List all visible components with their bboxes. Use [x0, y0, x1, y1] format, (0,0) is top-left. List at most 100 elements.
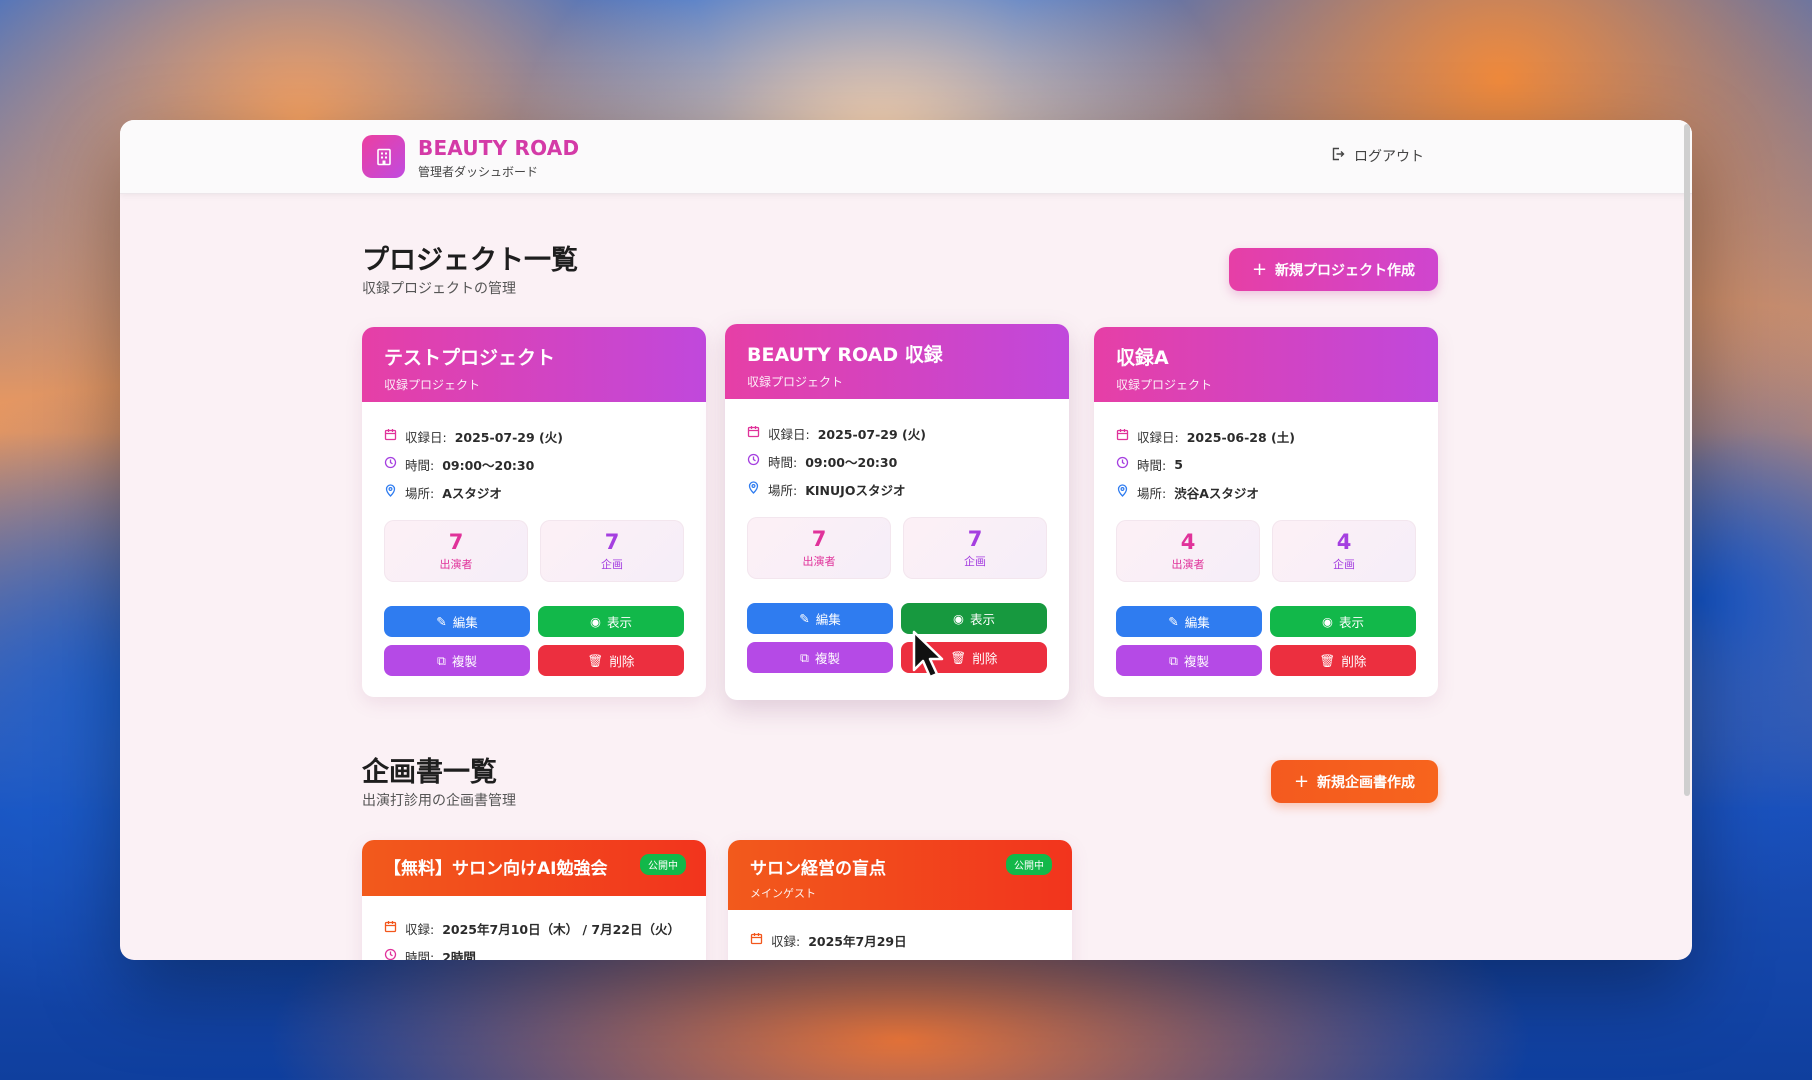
plans-count: 4	[1336, 530, 1352, 554]
time-label: 時間:	[405, 457, 435, 473]
projects-title: プロジェクト一覧	[362, 245, 578, 276]
project-subtitle: 収録プロジェクト	[1116, 378, 1213, 392]
project-card[interactable]: BEAUTY ROAD 収録 収録プロジェクト 収録日: 2025-07-29 …	[725, 324, 1069, 700]
plans-count: 7	[604, 530, 620, 554]
time-label: 時間:	[768, 454, 798, 470]
trash-icon: 🗑	[1319, 652, 1336, 668]
proposal-card[interactable]: 【無料】サロン向けAI勉強会 公開中 収録: 2025年7月10日（木） / 7…	[362, 840, 706, 960]
plus-icon: +	[1293, 771, 1310, 792]
recording-row: 収録: 2025年7月29日	[750, 926, 1050, 954]
projects-subtitle: 収録プロジェクトの管理	[362, 281, 516, 297]
place-label: 場所:	[405, 485, 435, 501]
location-pin-icon	[1116, 484, 1129, 500]
delete-button[interactable]: 🗑 削除	[538, 645, 684, 676]
copy-button[interactable]: ⧉ 複製	[1116, 645, 1262, 676]
copy-icon: ⧉	[800, 649, 809, 665]
copy-icon: ⧉	[437, 652, 446, 668]
project-card-header: 収録A 収録プロジェクト	[1094, 327, 1438, 402]
plans-label: 企画	[601, 558, 623, 571]
view-button[interactable]: ◉ 表示	[1270, 606, 1416, 637]
performers-label: 出演者	[802, 555, 836, 568]
place-value: 渋谷Aスタジオ	[1174, 485, 1259, 501]
clock-icon	[1116, 456, 1129, 472]
eye-icon: ◉	[590, 614, 601, 629]
copy-button[interactable]: ⧉ 複製	[747, 642, 893, 673]
view-button[interactable]: ◉ 表示	[538, 606, 684, 637]
plans-stat: 4 企画	[1272, 520, 1416, 582]
location-pin-icon	[384, 484, 397, 500]
edit-button[interactable]: ✎ 編集	[1116, 606, 1262, 637]
place-label: 場所:	[768, 482, 798, 498]
mouse-cursor-icon	[911, 630, 947, 684]
time-value: 09:00〜20:30	[805, 454, 898, 470]
edit-label: 編集	[815, 612, 841, 627]
place-value: Aスタジオ	[442, 485, 502, 501]
proposals-title: 企画書一覧	[362, 757, 497, 788]
project-card-header: BEAUTY ROAD 収録 収録プロジェクト	[725, 324, 1069, 399]
new-project-button[interactable]: + 新規プロジェクト作成	[1229, 248, 1438, 291]
date-value: 2025-07-29 (火)	[817, 426, 926, 442]
performers-label: 出演者	[439, 558, 473, 571]
time-row: 時間: 09:00〜20:30	[384, 450, 684, 478]
date-row: 収録日: 2025-07-29 (火)	[747, 419, 1047, 447]
delete-button[interactable]: 🗑 削除	[1270, 645, 1416, 676]
plans-label: 企画	[1333, 558, 1355, 571]
recording-label: 収録:	[771, 933, 801, 949]
copy-label: 複製	[1183, 654, 1209, 669]
clock-icon	[747, 453, 760, 469]
brand-name: BEAUTY ROAD	[418, 136, 580, 160]
project-card[interactable]: テストプロジェクト 収録プロジェクト 収録日: 2025-07-29 (火) 時…	[362, 327, 706, 697]
project-card[interactable]: 収録A 収録プロジェクト 収録日: 2025-06-28 (土) 時間: 5 場…	[1094, 327, 1438, 697]
building-icon	[362, 135, 405, 178]
project-subtitle: 収録プロジェクト	[384, 378, 481, 392]
calendar-icon	[384, 920, 397, 936]
edit-button[interactable]: ✎ 編集	[747, 603, 893, 634]
date-label: 収録日:	[768, 426, 810, 442]
logout-button[interactable]: ログアウト	[1330, 146, 1424, 166]
time-label: 時間:	[1137, 457, 1167, 473]
date-value: 2025-07-29 (火)	[454, 429, 563, 445]
proposal-subtitle: メインゲスト	[750, 887, 816, 900]
status-badge: 公開中	[1006, 854, 1052, 875]
eye-icon: ◉	[1322, 614, 1333, 629]
edit-button[interactable]: ✎ 編集	[384, 606, 530, 637]
time-row: 時間: 09:00〜20:30	[747, 447, 1047, 475]
copy-button[interactable]: ⧉ 複製	[384, 645, 530, 676]
plans-count: 7	[967, 527, 983, 551]
performers-count: 7	[811, 527, 827, 551]
scrollbar[interactable]	[1682, 120, 1692, 960]
proposal-card[interactable]: サロン経営の盲点 メインゲスト 公開中 収録: 2025年7月29日	[728, 840, 1072, 960]
scrollbar-thumb[interactable]	[1684, 124, 1690, 796]
new-proposal-button[interactable]: + 新規企画書作成	[1271, 760, 1438, 803]
location-pin-icon	[747, 481, 760, 497]
time-row: 時間: 2時間	[384, 942, 684, 960]
performers-label: 出演者	[1171, 558, 1205, 571]
eye-icon: ◉	[953, 611, 964, 626]
app-window: BEAUTY ROAD 管理者ダッシュボード ログアウト プロジェクト一覧 収録…	[120, 120, 1692, 960]
proposal-card-header: サロン経営の盲点 メインゲスト 公開中	[728, 840, 1072, 910]
copy-label: 複製	[814, 651, 840, 666]
date-row: 収録日: 2025-07-29 (火)	[384, 422, 684, 450]
copy-label: 複製	[451, 654, 477, 669]
view-label: 表示	[969, 612, 995, 627]
plans-stat: 7 企画	[540, 520, 684, 582]
top-bar: BEAUTY ROAD 管理者ダッシュボード ログアウト	[120, 120, 1692, 194]
proposals-subtitle: 出演打診用の企画書管理	[362, 793, 516, 809]
place-row: 場所: 渋谷Aスタジオ	[1116, 478, 1416, 506]
edit-label: 編集	[452, 615, 478, 630]
new-project-label: 新規プロジェクト作成	[1275, 262, 1416, 279]
calendar-icon	[384, 428, 397, 444]
date-label: 収録日:	[1137, 429, 1179, 445]
trash-icon: 🗑	[950, 649, 967, 665]
edit-icon: ✎	[799, 611, 810, 626]
edit-label: 編集	[1184, 615, 1210, 630]
plans-stat: 7 企画	[903, 517, 1047, 579]
view-label: 表示	[606, 615, 632, 630]
clock-icon	[384, 456, 397, 472]
proposal-card-header: 【無料】サロン向けAI勉強会 公開中	[362, 840, 706, 896]
plus-icon: +	[1251, 259, 1268, 280]
trash-icon: 🗑	[587, 652, 604, 668]
recording-row: 収録: 2025年7月10日（木） / 7月22日（火）	[384, 914, 684, 942]
brand: BEAUTY ROAD 管理者ダッシュボード	[418, 136, 579, 180]
place-value: KINUJOスタジオ	[805, 482, 906, 498]
